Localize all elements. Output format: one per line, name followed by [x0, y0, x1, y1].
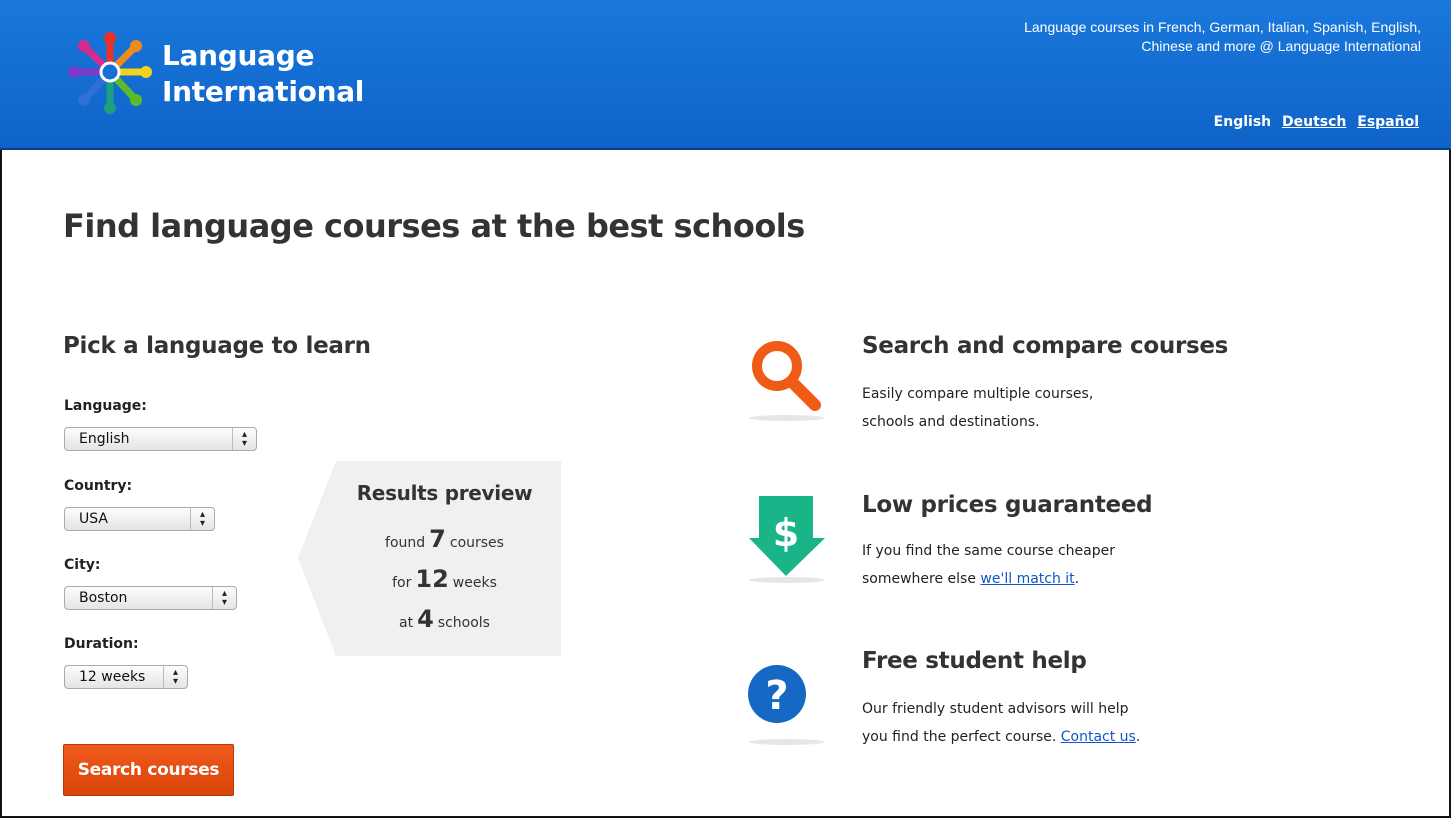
language-select[interactable]: English ▴ ▾	[64, 427, 257, 451]
site-header: Language International Language courses …	[0, 0, 1451, 150]
brand-line-2: International	[162, 75, 365, 108]
brand-line-1: Language	[162, 39, 315, 72]
city-select-value: Boston	[79, 590, 128, 606]
city-select[interactable]: Boston ▴ ▾	[64, 586, 237, 610]
preview-courses-prefix: found	[385, 535, 426, 551]
language-label: Language:	[64, 398, 147, 414]
feature-help-line-2-prefix: you find the perfect course.	[862, 729, 1061, 745]
feature-text-search: Easily compare multiple courses, schools…	[862, 380, 1262, 436]
feature-help-line-1: Our friendly student advisors will help	[862, 701, 1129, 717]
feature-search-line-1: Easily compare multiple courses,	[862, 386, 1094, 402]
feature-text-prices: If you find the same course cheaper some…	[862, 537, 1262, 593]
tagline-line-2: Chinese and more @ Language Internationa…	[1141, 38, 1421, 54]
tagline-line-1: Language courses in French, German, Ital…	[1024, 19, 1421, 35]
select-arrows-icon: ▴ ▾	[212, 587, 236, 609]
results-preview: Results preview found 7 courses for 12 weeks…	[298, 461, 561, 656]
language-switcher: English Deutsch Español	[1208, 114, 1419, 130]
country-select-value: USA	[79, 511, 108, 527]
preview-courses-suffix: courses	[449, 535, 504, 551]
svg-text:?: ?	[765, 673, 788, 719]
feature-title-prices: Low prices guaranteed	[862, 492, 1153, 518]
feature-search-line-2: schools and destinations.	[862, 414, 1040, 430]
country-label: Country:	[64, 478, 133, 494]
lang-link-espanol[interactable]: Español	[1357, 114, 1419, 130]
contact-us-link[interactable]: Contact us	[1061, 729, 1136, 745]
preview-courses-count: 7	[429, 525, 446, 553]
language-select-value: English	[79, 431, 130, 447]
lang-link-deutsch[interactable]: Deutsch	[1282, 114, 1346, 130]
feature-help-line-2-suffix: .	[1135, 729, 1141, 745]
preview-weeks-line: for 12 weeks	[298, 565, 561, 593]
preview-weeks-prefix: for	[392, 575, 412, 591]
header-tagline: Language courses in French, German, Ital…	[901, 18, 1421, 56]
select-arrows-icon: ▴ ▾	[190, 508, 214, 530]
duration-select-value: 12 weeks	[79, 669, 146, 685]
match-it-link[interactable]: we'll match it	[980, 571, 1074, 587]
feature-prices-line-2-prefix: somewhere else	[862, 571, 981, 587]
duration-select[interactable]: 12 weeks ▴ ▾	[64, 665, 188, 689]
duration-label: Duration:	[64, 636, 139, 652]
feature-title-search: Search and compare courses	[862, 333, 1229, 359]
magnifier-icon	[749, 341, 825, 421]
feature-prices-line-2-suffix: .	[1074, 571, 1080, 587]
feature-prices-line-1: If you find the same course cheaper	[862, 543, 1115, 559]
preview-schools-count: 4	[417, 605, 434, 633]
form-title: Pick a language to learn	[63, 333, 371, 359]
logo-icon[interactable]	[62, 30, 158, 114]
dollar-arrow-icon: $	[749, 496, 825, 583]
city-label: City:	[64, 557, 101, 573]
preview-courses-line: found 7 courses	[298, 525, 561, 553]
preview-weeks-count: 12	[415, 565, 449, 593]
svg-text:$: $	[773, 511, 799, 555]
feature-prices-line-2: somewhere else we'll match it.	[862, 565, 1262, 593]
lang-english: English	[1213, 114, 1272, 130]
country-select[interactable]: USA ▴ ▾	[64, 507, 215, 531]
search-courses-button[interactable]: Search courses	[63, 744, 234, 796]
brand-name[interactable]: Language International	[162, 38, 364, 110]
select-arrows-icon: ▴ ▾	[232, 428, 256, 450]
select-arrows-icon: ▴ ▾	[163, 666, 187, 688]
page-title: Find language courses at the best school…	[63, 207, 805, 245]
preview-title: Results preview	[356, 481, 533, 505]
preview-schools-prefix: at	[399, 615, 414, 631]
preview-weeks-suffix: weeks	[452, 575, 497, 591]
feature-title-help: Free student help	[862, 648, 1087, 674]
feature-help-line-2: you find the perfect course. Contact us.	[862, 723, 1262, 751]
question-icon: ?	[748, 665, 825, 745]
preview-schools-line: at 4 schools	[298, 605, 561, 633]
feature-text-help: Our friendly student advisors will help …	[862, 695, 1262, 751]
preview-schools-suffix: schools	[437, 615, 490, 631]
